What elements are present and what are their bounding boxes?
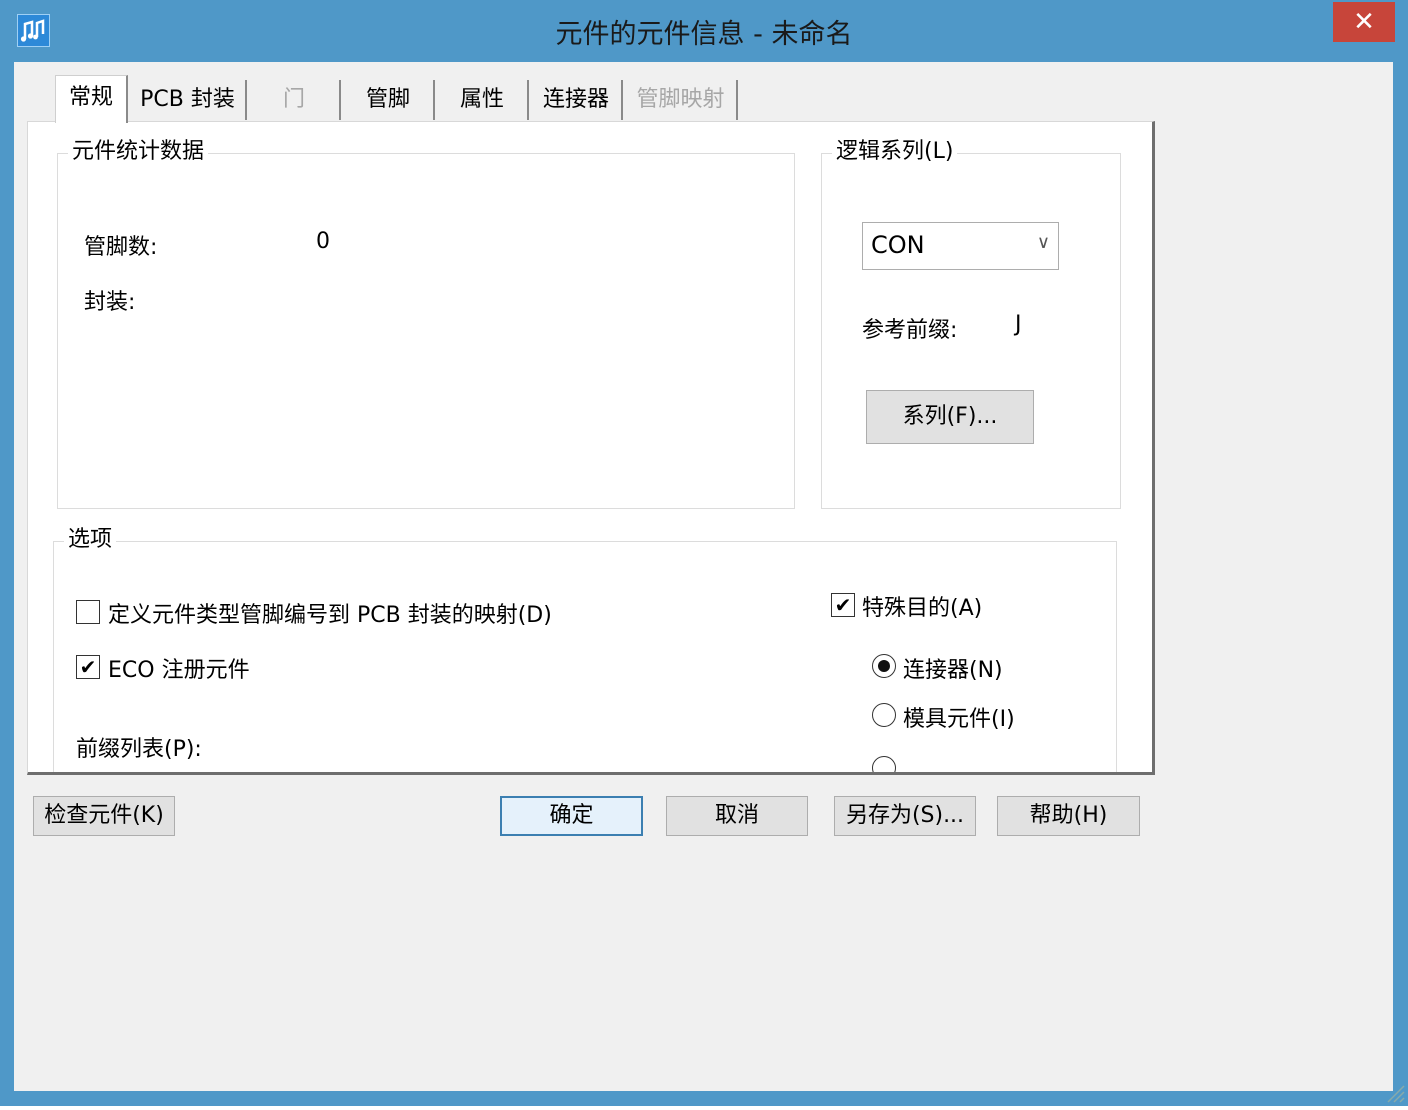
cancel-button[interactable]: 取消 — [666, 796, 808, 836]
checkmark-icon: ✔ — [834, 593, 852, 617]
close-icon: ✕ — [1353, 7, 1375, 37]
window-title: 元件的元件信息 - 未命名 — [555, 19, 853, 50]
special-purpose-checkbox[interactable]: ✔ — [831, 593, 855, 617]
ref-prefix-label: 参考前缀: — [862, 318, 958, 343]
logic-family-select[interactable]: CON ∨ — [862, 222, 1059, 270]
chevron-down-icon: ∨ — [1036, 232, 1050, 253]
logic-family-value: CON — [871, 231, 925, 259]
radio-selected-dot — [878, 660, 890, 672]
package-label: 封装: — [84, 290, 136, 315]
tab-pins[interactable]: 管脚 — [343, 80, 435, 120]
define-mapping-label[interactable]: 定义元件类型管脚编号到 PCB 封装的映射(D) — [108, 597, 552, 629]
ok-button[interactable]: 确定 — [500, 796, 643, 836]
dialog-client-area: 常规 PCB 封装 门 管脚 属性 连接器 管脚映射 元件统计数据 管脚数: 0… — [14, 62, 1393, 1091]
logic-family-groupbox: 逻辑系列(L) CON ∨ 参考前缀: J 系列(F)... — [821, 138, 1121, 509]
ref-prefix-value: J — [1015, 312, 1022, 337]
stats-legend: 元件统计数据 — [68, 138, 209, 166]
check-component-button[interactable]: 检查元件(K) — [33, 796, 175, 836]
tab-pin-mapping[interactable]: 管脚映射 — [625, 80, 738, 120]
tab-pcb-package[interactable]: PCB 封装 — [130, 80, 247, 120]
title-bar[interactable]: 元件的元件信息 - 未命名 ✕ — [0, 0, 1408, 62]
tab-panel-general: 元件统计数据 管脚数: 0 封装: 逻辑系列(L) CON ∨ 参考前缀: J … — [27, 121, 1155, 775]
tab-attributes[interactable]: 属性 — [437, 80, 529, 120]
help-button[interactable]: 帮助(H) — [997, 796, 1140, 836]
connector-radio[interactable] — [872, 654, 896, 678]
options-groupbox: 选项 定义元件类型管脚编号到 PCB 封装的映射(D) ✔ ECO 注册元件 前… — [53, 526, 1117, 772]
save-as-button[interactable]: 另存为(S)... — [834, 796, 976, 836]
eco-register-checkbox[interactable]: ✔ — [76, 655, 100, 679]
pin-count-value: 0 — [316, 229, 330, 254]
define-mapping-checkbox[interactable] — [76, 600, 100, 624]
special-purpose-label[interactable]: 特殊目的(A) — [862, 590, 982, 622]
logic-family-legend: 逻辑系列(L) — [832, 138, 958, 166]
partially-hidden-radio[interactable] — [872, 756, 896, 772]
die-component-radio[interactable] — [872, 703, 896, 727]
tab-gates[interactable]: 门 — [249, 80, 341, 120]
close-button[interactable]: ✕ — [1333, 2, 1395, 42]
eco-register-label[interactable]: ECO 注册元件 — [108, 652, 250, 684]
options-legend: 选项 — [64, 526, 117, 554]
die-component-radio-label[interactable]: 模具元件(I) — [903, 701, 1015, 733]
connector-radio-label[interactable]: 连接器(N) — [903, 652, 1003, 684]
resize-grip-icon[interactable] — [1384, 1082, 1406, 1104]
tab-general[interactable]: 常规 — [55, 75, 128, 123]
family-button[interactable]: 系列(F)... — [866, 390, 1034, 444]
prefix-list-label: 前缀列表(P): — [76, 737, 202, 762]
tab-connector[interactable]: 连接器 — [531, 80, 623, 120]
checkmark-icon: ✔ — [79, 655, 97, 679]
pin-count-label: 管脚数: — [84, 235, 158, 260]
dialog-window: 元件的元件信息 - 未命名 ✕ 常规 PCB 封装 门 管脚 属性 连接器 管脚… — [0, 0, 1408, 1106]
stats-groupbox: 元件统计数据 管脚数: 0 封装: — [57, 138, 795, 509]
